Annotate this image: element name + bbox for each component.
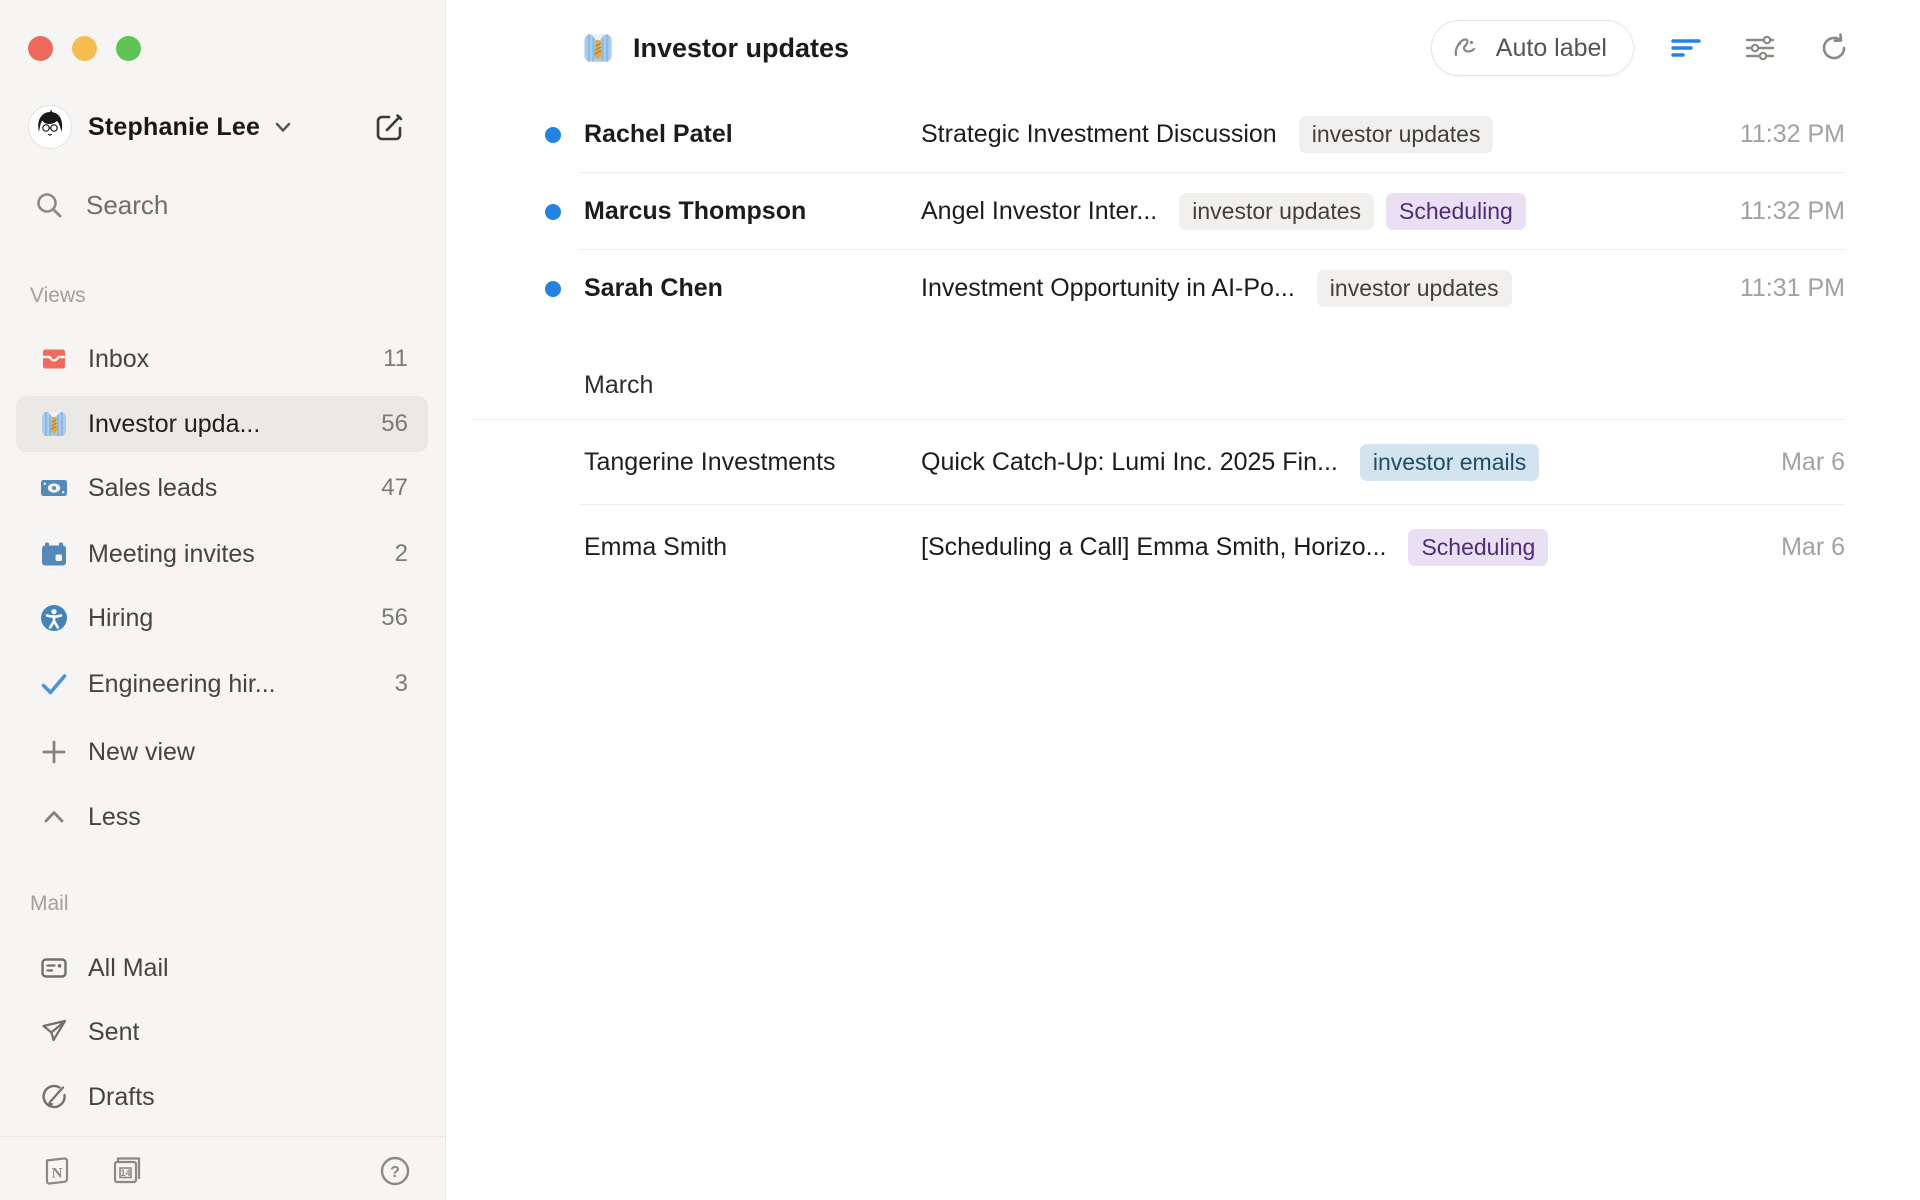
email-time: 11:31 PM [1740,274,1920,303]
notion-logo-icon[interactable]: N [40,1154,74,1188]
count-badge: 11 [383,345,408,373]
header-actions: Auto label [1431,0,1856,96]
sidebar-item-sales-leads[interactable]: Sales leads 47 [16,460,428,516]
all-mail-icon [38,952,70,984]
sliders-icon[interactable] [1738,26,1782,70]
chevron-down-icon [272,116,294,138]
sidebar-item-meeting-invites[interactable]: Meeting invites 2 [16,526,428,582]
sidebar: Stephanie Lee Search Views Inbox 11 [0,0,446,1200]
email-row[interactable]: Sarah Chen Investment Opportunity in AI-… [447,250,1920,327]
count-badge: 2 [395,540,408,568]
email-time: 11:32 PM [1740,197,1920,226]
chevron-up-icon [38,801,70,833]
accessibility-icon [38,602,70,634]
sidebar-item-sent[interactable]: Sent [16,1004,428,1060]
plus-icon [38,736,70,768]
mail-section-label: Mail [30,884,69,924]
email-time: 11:32 PM [1740,120,1920,149]
count-badge: 56 [381,604,408,632]
new-view-button[interactable]: New view [16,724,428,780]
close-window-button[interactable] [28,36,53,61]
email-list: Rachel Patel Strategic Investment Discus… [447,96,1920,590]
sidebar-item-drafts[interactable]: Drafts [16,1069,428,1125]
email-row[interactable]: Rachel Patel Strategic Investment Discus… [447,96,1920,173]
sidebar-item-hiring[interactable]: Hiring 56 [16,590,428,646]
calendar-icon [38,538,70,570]
collapse-less-button[interactable]: Less [16,789,428,845]
user-name: Stephanie Lee [88,113,260,142]
sidebar-item-engineering-hiring[interactable]: Engineering hir... 3 [16,656,428,712]
unread-dot [545,127,561,143]
label-tag: investor updates [1317,270,1512,307]
unread-dot [545,281,561,297]
sidebar-item-inbox[interactable]: Inbox 11 [16,331,428,387]
filter-icon[interactable] [1664,26,1708,70]
auto-label-button[interactable]: Auto label [1431,20,1634,76]
drafts-icon [38,1081,70,1113]
sidebar-footer-divider [0,1136,446,1137]
banknote-icon [38,472,70,504]
label-tag: investor emails [1360,444,1539,481]
label-tag: investor updates [1179,193,1374,230]
sidebar-item-investor-updates[interactable]: Investor upda... 56 [16,396,428,452]
search-icon [34,190,64,220]
unread-dot [545,204,561,220]
notion-calendar-icon[interactable]: 14 [110,1153,146,1189]
main-content: Investor updates Auto label [447,0,1920,1200]
group-heading-label: March [584,371,653,400]
count-badge: 56 [381,410,408,438]
sidebar-footer: N 14 ? [0,1143,446,1199]
refresh-icon[interactable] [1812,26,1856,70]
send-icon [38,1016,70,1048]
calendar-day-number: 14 [120,1168,130,1178]
inbox-tray-icon [38,343,70,375]
svg-text:N: N [52,1166,63,1182]
email-row[interactable]: Emma Smith [Scheduling a Call] Emma Smit… [447,505,1920,590]
page-title: Investor updates [633,33,849,64]
email-row[interactable]: Marcus Thompson Angel Investor Inter... … [447,173,1920,250]
count-badge: 47 [381,474,408,502]
help-icon[interactable]: ? [378,1154,412,1188]
minimize-window-button[interactable] [72,36,97,61]
necktie-icon [38,408,70,440]
necktie-icon [581,31,615,65]
label-tag: investor updates [1299,116,1494,153]
group-heading: March [447,327,1920,420]
compose-button[interactable] [368,105,412,149]
checkmark-icon [38,668,70,700]
search-button[interactable]: Search [0,177,446,233]
sidebar-item-all-mail[interactable]: All Mail [16,940,428,996]
email-time: Mar 6 [1781,533,1920,562]
view-header: Investor updates Auto label [447,0,1920,96]
avatar [28,105,72,149]
email-row[interactable]: Tangerine Investments Quick Catch-Up: Lu… [447,420,1920,505]
label-tag: Scheduling [1386,193,1526,230]
zoom-window-button[interactable] [116,36,141,61]
label-tag: Scheduling [1408,529,1548,566]
account-switcher[interactable]: Stephanie Lee [0,99,446,155]
search-label: Search [86,190,168,221]
views-section-label: Views [30,276,86,316]
svg-text:?: ? [390,1164,400,1181]
count-badge: 3 [395,670,408,698]
email-time: Mar 6 [1781,448,1920,477]
window-controls [28,36,141,61]
auto-label-icon [1452,33,1482,63]
